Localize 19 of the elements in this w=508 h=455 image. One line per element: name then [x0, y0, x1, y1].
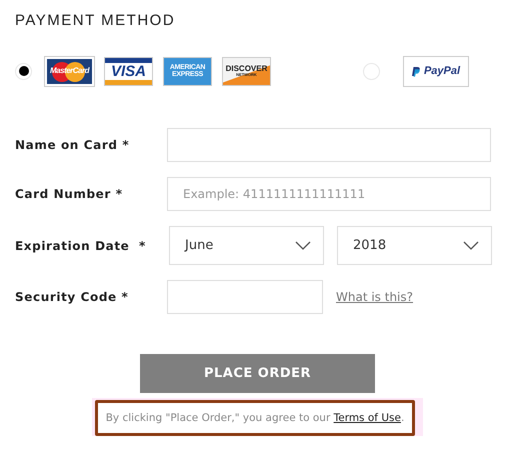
help-link[interactable]: What is this? — [336, 290, 414, 304]
input-field[interactable]: Example: 4111111111111111 — [167, 177, 491, 211]
field-label: Card Number * — [15, 187, 124, 201]
paypal-logo: PayPal — [403, 56, 469, 86]
dropdown[interactable]: June — [169, 226, 324, 265]
visa-logo: VISA — [104, 56, 153, 86]
input-field[interactable] — [167, 280, 323, 314]
radio-button[interactable] — [15, 62, 32, 80]
field-label: Name on Card * — [15, 138, 130, 152]
terms-note: By clicking "Place Order," you agree to our Terms of Use. — [106, 411, 404, 426]
place-order-button[interactable]: PLACE ORDER — [140, 354, 375, 393]
field-label: Security Code * — [15, 290, 130, 304]
chevron-icon — [463, 241, 479, 250]
section-heading: PAYMENT METHOD — [15, 12, 176, 31]
chevron-icon — [295, 241, 311, 250]
terms-link[interactable]: Terms of Use — [334, 412, 401, 424]
input-field[interactable] — [167, 128, 491, 162]
dropdown[interactable]: 2018 — [337, 226, 492, 265]
field-label: Expiration Date * — [15, 238, 147, 252]
